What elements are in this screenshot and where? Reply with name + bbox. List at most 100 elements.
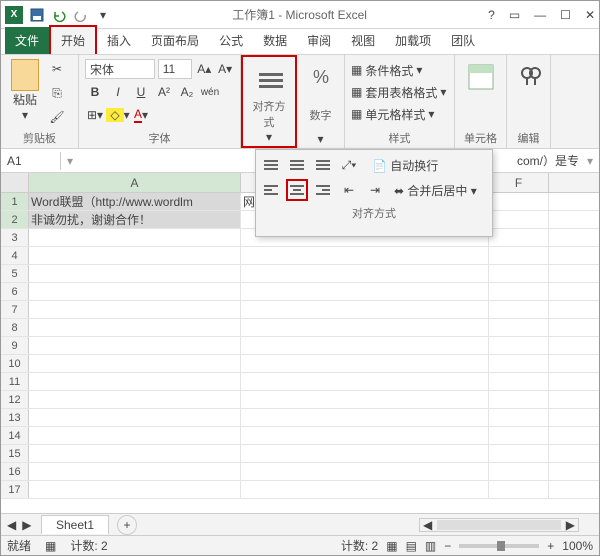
cell[interactable] (489, 283, 549, 300)
view-pagebreak-icon[interactable]: ▥ (425, 539, 436, 553)
font-color-button[interactable]: A▾ (131, 105, 151, 125)
cell[interactable] (241, 337, 489, 354)
cell[interactable] (489, 409, 549, 426)
cell[interactable] (29, 337, 241, 354)
tab-team[interactable]: 团队 (441, 27, 485, 54)
col-header-A[interactable]: A (29, 173, 241, 192)
zoom-level[interactable]: 100% (562, 539, 593, 553)
row-header[interactable]: 5 (1, 265, 29, 282)
row-header[interactable]: 7 (1, 301, 29, 318)
view-normal-icon[interactable]: ▦ (386, 539, 397, 553)
italic-button[interactable]: I (108, 82, 128, 102)
merge-center-button[interactable]: ⬌ 合并后居中 ▾ (394, 182, 477, 199)
help-icon[interactable]: ? (488, 8, 495, 22)
bold-button[interactable]: B (85, 82, 105, 102)
expand-formula-icon[interactable]: ▾ (587, 154, 599, 168)
cell[interactable] (29, 463, 241, 480)
decrease-indent-icon[interactable]: ⇤ (338, 179, 360, 201)
undo-icon[interactable] (51, 7, 67, 23)
row-header[interactable]: 12 (1, 391, 29, 408)
increase-font-icon[interactable]: A▴ (195, 59, 213, 79)
cell[interactable] (241, 409, 489, 426)
row-header[interactable]: 14 (1, 427, 29, 444)
tab-formula[interactable]: 公式 (209, 27, 253, 54)
align-dropdown-icon[interactable]: ▾ (249, 130, 289, 144)
cell[interactable] (29, 391, 241, 408)
paste-button[interactable]: 粘贴 ▾ (7, 59, 43, 127)
decrease-font-icon[interactable]: A▾ (216, 59, 234, 79)
add-sheet-button[interactable]: + (117, 515, 137, 535)
row-header[interactable]: 4 (1, 247, 29, 264)
col-header-F[interactable]: F (489, 173, 549, 192)
subscript-button[interactable]: A₂ (177, 82, 197, 102)
cell[interactable] (489, 265, 549, 282)
cell[interactable]: 非诚勿扰，谢谢合作！ (29, 211, 241, 228)
tab-addins[interactable]: 加载项 (385, 27, 441, 54)
cell[interactable] (29, 229, 241, 246)
maximize-icon[interactable]: ☐ (560, 8, 571, 22)
underline-button[interactable]: U (131, 82, 151, 102)
align-top-icon[interactable] (260, 154, 282, 176)
cell[interactable] (29, 247, 241, 264)
cell[interactable] (489, 301, 549, 318)
row-header[interactable]: 15 (1, 445, 29, 462)
wrap-text-button[interactable]: 📄 自动换行 (372, 157, 438, 174)
align-bottom-icon[interactable] (312, 154, 334, 176)
cell[interactable] (241, 373, 489, 390)
row-header[interactable]: 13 (1, 409, 29, 426)
tab-review[interactable]: 审阅 (297, 27, 341, 54)
align-right-icon[interactable] (312, 179, 334, 201)
row-header[interactable]: 3 (1, 229, 29, 246)
tab-view[interactable]: 视图 (341, 27, 385, 54)
cell[interactable] (241, 265, 489, 282)
cell[interactable] (29, 481, 241, 498)
minimize-icon[interactable]: — (534, 8, 546, 22)
cell[interactable] (489, 373, 549, 390)
row-header[interactable]: 9 (1, 337, 29, 354)
cell[interactable] (29, 283, 241, 300)
copy-icon[interactable]: ⎘ (47, 83, 67, 103)
cell[interactable] (489, 445, 549, 462)
align-center-icon[interactable] (286, 179, 308, 201)
tab-insert[interactable]: 插入 (97, 27, 141, 54)
cell[interactable] (241, 283, 489, 300)
cell[interactable] (241, 463, 489, 480)
superscript-button[interactable]: A² (154, 82, 174, 102)
orientation-icon[interactable]: ⤢▾ (338, 154, 360, 176)
cell[interactable] (29, 427, 241, 444)
group-number[interactable]: % 数字 ▾ (297, 55, 345, 148)
redo-icon[interactable] (73, 7, 89, 23)
tab-data[interactable]: 数据 (253, 27, 297, 54)
cell[interactable] (241, 319, 489, 336)
border-button[interactable]: ⊞▾ (85, 105, 105, 125)
fill-color-button[interactable]: ◇▾ (108, 105, 128, 125)
group-align[interactable]: 对齐方式 ▾ (241, 55, 297, 148)
scroll-left-icon[interactable]: ◀ (420, 518, 435, 532)
conditional-format-button[interactable]: ▦条件格式▾ (351, 59, 448, 81)
cell[interactable] (489, 229, 549, 246)
cell[interactable] (241, 391, 489, 408)
cell[interactable] (241, 481, 489, 498)
zoom-in-icon[interactable]: + (547, 539, 554, 553)
cut-icon[interactable]: ✂ (47, 59, 67, 79)
cell[interactable] (29, 409, 241, 426)
cell[interactable] (489, 247, 549, 264)
group-cells[interactable]: 单元格 (455, 55, 507, 148)
cell[interactable] (29, 319, 241, 336)
horizontal-scrollbar[interactable]: ◀ ▶ (419, 518, 579, 532)
format-painter-icon[interactable]: 🖌 (47, 107, 67, 127)
name-box[interactable]: A1 (1, 152, 61, 170)
select-all-corner[interactable] (1, 173, 29, 192)
cell[interactable] (241, 445, 489, 462)
align-middle-icon[interactable] (286, 154, 308, 176)
row-header[interactable]: 1 (1, 193, 29, 210)
qat-dropdown-icon[interactable]: ▾ (95, 7, 111, 23)
tab-home[interactable]: 开始 (49, 25, 97, 54)
align-left-icon[interactable] (260, 179, 282, 201)
cell[interactable] (241, 355, 489, 372)
cell[interactable] (489, 211, 549, 228)
cell[interactable] (29, 265, 241, 282)
group-edit[interactable]: 编辑 (507, 55, 551, 148)
cell[interactable] (489, 193, 549, 210)
cell-style-button[interactable]: ▦单元格样式▾ (351, 103, 448, 125)
